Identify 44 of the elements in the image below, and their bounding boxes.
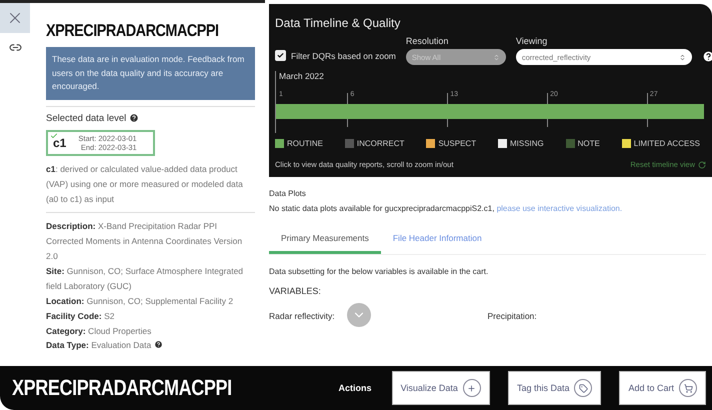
close-button[interactable] [0,3,30,33]
dataset-title: XPRECIPRADARCMACPPI [46,21,220,41]
level-description: c1: derived or calculated value-added data product (VAP) using one or more measured or modeled data (a0 to c1) as input [46,162,244,206]
field-label: Resolution [406,36,450,46]
action-button[interactable]: Visualize Data [392,371,490,405]
variable-group: Radar reflectivity: [269,311,335,321]
tab[interactable]: Primary Measurements [269,227,381,254]
section-heading: VARIABLES: [269,286,322,296]
field-label: Viewing [516,36,548,46]
detail-text: Facility Code: S2 [46,310,116,323]
dataset-title: XPRECIPRADARCMACPPI [12,375,233,401]
action-button[interactable]: Add to Cart [619,371,706,405]
detail-text: Data Type: Evaluation Data [46,338,255,354]
plus-icon [462,379,481,397]
check-icon [50,132,58,140]
legend-item: LIMITED ACCESS [622,139,700,148]
legend-item: ROUTINE [275,139,323,148]
month-label: March 2022 [279,71,324,81]
filter-checkbox[interactable]: Filter DQRs based on zoom [275,50,396,61]
legend-item: MISSING [498,139,544,148]
sort-arrows-icon [492,54,500,60]
subset-note: Data subsetting for the below variables is available in the cart. [269,267,490,276]
detail-text: Location: Gunnison, CO; Supplemental Facility 2 [46,294,234,308]
legend-item: SUSPECT [426,139,476,148]
legend-item: INCORRECT [344,139,404,148]
legend-item: NOTE [566,139,600,148]
check-icon [277,52,284,59]
detail-text: Category: Cloud Properties [46,324,152,338]
variable-group: Precipitation: [488,311,537,321]
panel-title: Data Timeline & Quality [275,16,402,30]
section-heading: Data Plots [269,189,307,198]
help-icon[interactable] [702,50,712,63]
actions-label: Actions [338,383,372,393]
level-code: c1 [53,136,66,150]
section-heading: Selected data level [46,112,126,124]
evaluation-notice: These data are in evaluation mode. Feedback from users on the data quality and its accuracy are encouraged. [46,47,255,100]
refresh-icon [698,160,706,168]
detail-text: Site: Gunnison, CO; Surface Atmosphere Integrated field Laboratory (GUC) [46,265,244,293]
detail-text: Description: X-Band Precipitation Radar PPI Corrected Moments in Antenna Coordinates Version 2.0 [46,220,244,264]
action-button[interactable]: Tag this Data [508,371,602,405]
tag-icon [574,379,592,397]
plots-text: No static data plots available for gucxprecipradarcmacppiS2.c1, please use interactive visualization. [269,204,624,213]
cart-icon [679,379,697,397]
sort-arrows-icon [678,54,686,60]
